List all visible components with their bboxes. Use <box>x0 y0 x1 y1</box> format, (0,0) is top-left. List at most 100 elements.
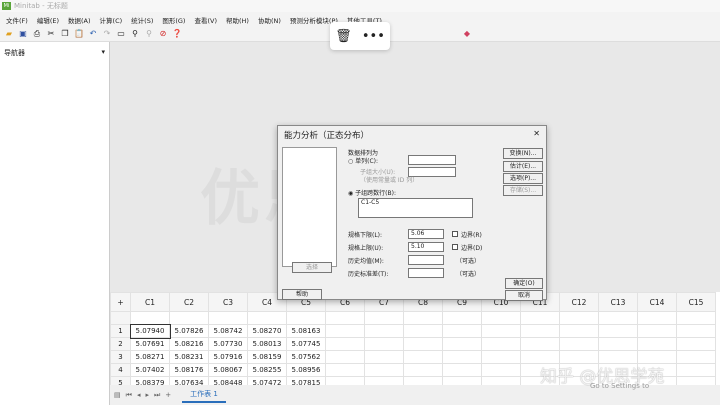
window-icon[interactable]: ▭ <box>116 29 126 39</box>
column-name-cell[interactable] <box>208 311 248 325</box>
column-name-cell[interactable] <box>286 311 326 325</box>
hist-mean-input[interactable] <box>408 255 444 265</box>
cell[interactable] <box>403 350 443 364</box>
column-header[interactable]: C12 <box>559 292 599 312</box>
across-rows-input[interactable]: C1-C5 <box>358 198 473 218</box>
cell[interactable]: 5.07691 <box>130 337 170 351</box>
cancel-icon[interactable]: ⊘ <box>158 29 168 39</box>
sheet-tab[interactable]: 工作表 1 <box>182 387 226 403</box>
column-name-cell[interactable] <box>130 311 170 325</box>
column-name-cell[interactable] <box>598 311 638 325</box>
column-name-cell[interactable] <box>559 311 599 325</box>
cell[interactable]: 5.07916 <box>208 350 248 364</box>
cell[interactable] <box>442 350 482 364</box>
hist-sd-input[interactable] <box>408 268 444 278</box>
cell[interactable] <box>559 337 599 351</box>
select-button[interactable]: 选择 <box>292 262 332 273</box>
cell[interactable]: 5.08163 <box>286 324 326 338</box>
more-icon[interactable]: ••• <box>362 29 385 44</box>
row-number[interactable]: 1 <box>110 324 131 338</box>
lower-boundary-checkbox[interactable]: 边界(R) <box>452 230 482 239</box>
column-header[interactable]: C13 <box>598 292 638 312</box>
add-sheet-icon[interactable]: + <box>165 391 171 399</box>
cell[interactable]: 5.07562 <box>286 350 326 364</box>
cell[interactable]: 5.07402 <box>130 363 170 377</box>
cell[interactable] <box>637 324 677 338</box>
cell[interactable] <box>598 337 638 351</box>
storage-button[interactable]: 存储(S)... <box>503 185 543 196</box>
column-header[interactable]: C15 <box>676 292 716 312</box>
column-name-cell[interactable] <box>169 311 209 325</box>
prev-sheet-icon[interactable]: ◂ <box>137 391 141 399</box>
last-sheet-icon[interactable]: ⏭ <box>154 391 160 400</box>
cell[interactable]: 5.08270 <box>247 324 287 338</box>
cell[interactable]: 5.07826 <box>169 324 209 338</box>
cell[interactable] <box>481 324 521 338</box>
single-column-radio[interactable]: ○ 单列(C): <box>348 156 378 165</box>
cell[interactable]: 5.07730 <box>208 337 248 351</box>
cell[interactable]: 5.07745 <box>286 337 326 351</box>
menu-item[interactable]: 查看(V) <box>194 15 217 25</box>
cell[interactable] <box>403 363 443 377</box>
column-header[interactable]: C14 <box>637 292 677 312</box>
cancel-button[interactable]: 取消 <box>505 290 543 301</box>
row-number[interactable]: 3 <box>110 350 131 364</box>
usl-input[interactable]: 5.10 <box>408 242 444 252</box>
open-icon[interactable]: ▰ <box>4 29 14 39</box>
eraser-icon[interactable]: ◆ <box>462 29 472 39</box>
lsl-input[interactable]: 5.06 <box>408 229 444 239</box>
cell[interactable] <box>364 350 404 364</box>
menu-item[interactable]: 协助(N) <box>258 15 281 25</box>
cell[interactable] <box>403 324 443 338</box>
redo-icon[interactable]: ↷ <box>102 29 112 39</box>
cell[interactable] <box>481 350 521 364</box>
cell[interactable]: 5.08159 <box>247 350 287 364</box>
cell[interactable] <box>442 324 482 338</box>
cell[interactable] <box>442 337 482 351</box>
save-icon[interactable]: ▣ <box>18 29 28 39</box>
cell[interactable]: 5.08742 <box>208 324 248 338</box>
cell[interactable]: 5.08176 <box>169 363 209 377</box>
variable-list[interactable] <box>282 147 337 267</box>
upper-boundary-checkbox[interactable]: 边界(D) <box>452 243 482 252</box>
cell[interactable]: 5.08216 <box>169 337 209 351</box>
cell[interactable] <box>520 324 560 338</box>
cell[interactable] <box>676 350 716 364</box>
cell[interactable] <box>325 350 365 364</box>
next-sheet-icon[interactable]: ▸ <box>145 391 149 399</box>
cell[interactable] <box>364 337 404 351</box>
close-icon[interactable]: ✕ <box>533 129 540 138</box>
replace-icon[interactable]: ⚲ <box>144 29 154 39</box>
row-number[interactable]: 4 <box>110 363 131 377</box>
cell[interactable]: 5.08255 <box>247 363 287 377</box>
cell[interactable]: 5.07940 <box>129 323 171 339</box>
column-name-cell[interactable] <box>247 311 287 325</box>
sheets-list-icon[interactable]: ▤ <box>114 391 121 399</box>
trash-icon[interactable]: 🗑 <box>335 29 352 44</box>
single-column-input[interactable] <box>408 155 456 165</box>
cell[interactable] <box>481 363 521 377</box>
options-button[interactable]: 选项(P)... <box>503 173 543 184</box>
cell[interactable] <box>403 337 443 351</box>
menu-item[interactable]: 帮助(H) <box>226 15 249 25</box>
column-name-cell[interactable] <box>364 311 404 325</box>
find-icon[interactable]: ⚲ <box>130 29 140 39</box>
cell[interactable] <box>325 363 365 377</box>
column-name-cell[interactable] <box>325 311 365 325</box>
cell[interactable] <box>481 337 521 351</box>
help-button[interactable]: 帮助 <box>282 289 322 300</box>
column-name-cell[interactable] <box>442 311 482 325</box>
menu-item[interactable]: 文件(F) <box>6 15 28 25</box>
cell[interactable] <box>598 324 638 338</box>
cell[interactable] <box>325 337 365 351</box>
menu-item[interactable]: 编辑(E) <box>37 15 59 25</box>
cell[interactable] <box>676 363 716 377</box>
print-icon[interactable]: ⎙ <box>32 29 42 39</box>
cell[interactable] <box>520 337 560 351</box>
cell[interactable]: 5.08271 <box>130 350 170 364</box>
cell[interactable] <box>559 324 599 338</box>
cell[interactable] <box>364 363 404 377</box>
column-header[interactable]: C3 <box>208 292 248 312</box>
column-name-cell[interactable] <box>520 311 560 325</box>
cell[interactable]: 5.08067 <box>208 363 248 377</box>
